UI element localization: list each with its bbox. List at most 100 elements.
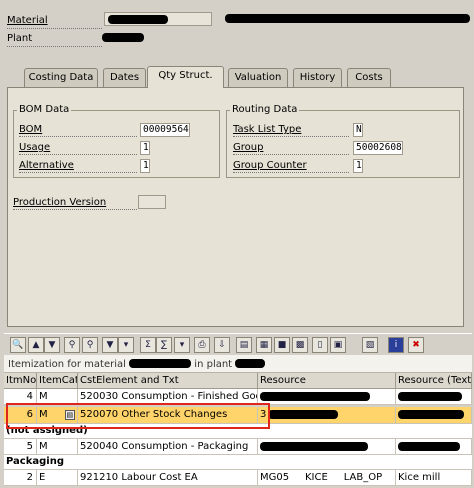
layout-icon[interactable]: ▦	[256, 337, 272, 353]
sum-menu-icon[interactable]: ▾	[174, 337, 190, 353]
production-version-field[interactable]	[138, 195, 166, 209]
plant-label: Plant	[7, 33, 33, 44]
cell-cst: 520040 Consumption - Packaging	[78, 439, 258, 454]
redaction-material-code	[108, 15, 168, 24]
cell-cst: 921210 Labour Cost EA	[78, 470, 258, 485]
alternative-label: Alternative	[19, 160, 74, 171]
redaction-resource	[268, 410, 339, 419]
redaction-resource	[260, 442, 368, 451]
group-row-packaging: Packaging	[4, 455, 472, 470]
info-icon[interactable]: i	[388, 337, 404, 353]
details-icon[interactable]: 🔍	[10, 337, 26, 353]
production-version-label: Production Version	[13, 197, 107, 208]
graphic-icon[interactable]: ▯	[312, 337, 328, 353]
material-label: Material	[7, 15, 48, 26]
plant-dotline	[7, 46, 102, 47]
cell-itmno: 4	[4, 389, 37, 404]
grid-header: ItmNo ItemCat CstElement and Txt Resourc…	[4, 373, 472, 389]
redaction-plant	[102, 33, 144, 42]
itemization-grid: Itemization for material in plant ItmNo …	[4, 355, 472, 486]
redaction-material-desc	[225, 14, 470, 23]
task-list-type-label: Task List Type	[233, 124, 302, 135]
delete-icon[interactable]: ✖	[408, 337, 424, 353]
col-cstelement[interactable]: CstElement and Txt	[78, 373, 258, 388]
filter-menu-icon[interactable]: ▾	[118, 337, 134, 353]
print-icon[interactable]: ⎙	[194, 337, 210, 353]
col-resource-text[interactable]: Resource (Text)	[396, 373, 472, 388]
cell-cst: 520030 Consumption - Finished Goo	[80, 389, 258, 404]
alternative-dotline	[19, 172, 137, 173]
cell-resource-text: Kice mill	[396, 470, 472, 485]
redaction-grid-plant	[235, 359, 266, 368]
cell-resource	[258, 439, 396, 454]
cell-resource: 3	[258, 407, 396, 423]
subtotal-icon[interactable]: ∑	[156, 337, 172, 353]
group-row-not-assigned: (not assigned)	[4, 424, 472, 439]
task-list-type-field[interactable]: N	[353, 123, 363, 137]
tab-qty-struct[interactable]: Qty Struct.	[147, 66, 224, 88]
tab-costs[interactable]: Costs	[347, 68, 391, 87]
group-field[interactable]: 50002608	[353, 141, 403, 155]
views-icon[interactable]: ▤	[236, 337, 252, 353]
sort-asc-icon[interactable]: ▲	[28, 337, 44, 353]
cell-itemcat-text: M	[39, 409, 48, 420]
col-itmno[interactable]: ItmNo	[4, 373, 37, 388]
grid-title: Itemization for material in plant	[4, 355, 472, 373]
cell-cst: 520070 Other Stock Changes	[78, 407, 258, 423]
choose-layout-icon[interactable]: ▩	[292, 337, 308, 353]
bom-field[interactable]: 00009564	[140, 123, 190, 137]
routing-data-title: Routing Data	[230, 104, 300, 115]
find-icon[interactable]: ⚲	[64, 337, 80, 353]
table-row[interactable]: 4 M 520030 Consumption - Finished Goo	[4, 389, 472, 405]
sum-icon[interactable]: Σ	[140, 337, 156, 353]
tab-valuation[interactable]: Valuation	[228, 68, 288, 87]
cell-resource-text	[396, 439, 472, 454]
sort-desc-icon[interactable]: ▼	[44, 337, 60, 353]
tab-dates[interactable]: Dates	[103, 68, 146, 87]
redaction-resource-text	[398, 392, 462, 401]
table-row-selected[interactable]: 6 M ▤ 520070 Other Stock Changes 3	[4, 407, 472, 424]
select-icon[interactable]: ▣	[330, 337, 346, 353]
col-resource[interactable]: Resource	[258, 373, 396, 388]
bom-dotline	[19, 136, 137, 137]
grid-title-mid: in plant	[194, 359, 233, 370]
usage-field[interactable]: 1	[140, 141, 150, 155]
cell-itemcat: M	[37, 439, 78, 454]
bom-data-title: BOM Data	[17, 104, 72, 115]
cell-resource-text	[396, 389, 472, 404]
task-list-type-dotline	[233, 136, 349, 137]
export-icon[interactable]: ⇩	[214, 337, 230, 353]
group-counter-label: Group Counter	[233, 160, 307, 171]
group-dotline	[233, 154, 349, 155]
cell-resource	[258, 389, 396, 404]
cell-itemcat: M ▤	[37, 407, 78, 423]
cell-itmno: 6	[4, 407, 37, 423]
value-help-icon[interactable]: ▤	[64, 410, 75, 420]
table-row[interactable]: 5 M 520040 Consumption - Packaging	[4, 439, 472, 455]
redaction-grid-material	[129, 359, 192, 368]
save-layout-icon[interactable]: ■	[274, 337, 290, 353]
grid-title-prefix: Itemization for material	[8, 359, 126, 370]
tab-costing-data[interactable]: Costing Data	[24, 68, 98, 87]
tab-history[interactable]: History	[293, 68, 342, 87]
cell-resource-text-val: 3	[260, 409, 267, 420]
cell-itemcat: E	[37, 470, 78, 485]
col-itemcat[interactable]: ItemCat	[37, 373, 78, 388]
material-dotline	[7, 28, 102, 29]
cell-resource-text	[396, 407, 472, 423]
bom-label: BOM	[19, 124, 43, 135]
tab-panel: BOM Data BOM 00009564 Usage 1 Alternativ…	[7, 87, 464, 327]
redaction-resource	[260, 392, 370, 401]
grid-toolbar: 🔍 ▲ ▼ ⚲ ⚲ ▼ ▾ Σ ∑ ▾ ⎙ ⇩ ▤ ▦ ■ ▩ ▯ ▣ ▧ i …	[4, 333, 472, 355]
columns-icon[interactable]: ▧	[362, 337, 378, 353]
cell-itemcat: M	[37, 389, 78, 404]
redaction-resource-text	[398, 410, 464, 419]
group-counter-field[interactable]: 1	[353, 159, 363, 173]
usage-dotline	[19, 154, 137, 155]
filter-icon[interactable]: ▼	[102, 337, 118, 353]
find-next-icon[interactable]: ⚲	[82, 337, 98, 353]
cell-itmno: 2	[4, 470, 37, 485]
usage-label: Usage	[19, 142, 51, 153]
table-row[interactable]: 2 E 921210 Labour Cost EA MG05 KICE LAB_…	[4, 470, 472, 486]
alternative-field[interactable]: 1	[140, 159, 150, 173]
